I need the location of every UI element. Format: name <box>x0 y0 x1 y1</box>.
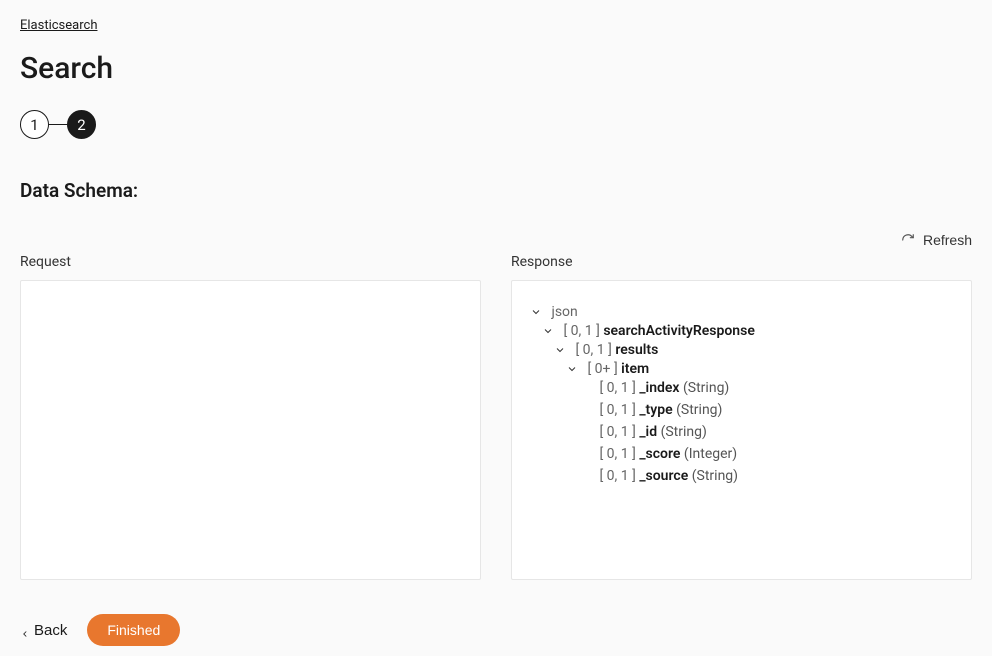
node-name: json <box>551 304 577 320</box>
node-cardinality: [ 0+ ] <box>587 361 617 377</box>
request-panel <box>20 280 481 580</box>
node-cardinality: [ 0, 1 ] <box>599 380 635 396</box>
chevron-down-icon[interactable] <box>530 306 542 318</box>
tree-node-source[interactable]: [ 0, 1 ] _source (String) <box>578 465 953 487</box>
node-cardinality: [ 0, 1 ] <box>599 446 635 462</box>
node-cardinality: [ 0, 1 ] <box>599 468 635 484</box>
node-cardinality: [ 0, 1 ] <box>575 342 611 358</box>
tree-node-item[interactable]: [ 0+ ] item [ 0, 1 ] <box>566 358 953 490</box>
chevron-down-icon[interactable] <box>566 363 578 375</box>
breadcrumb: Elasticsearch <box>20 18 972 33</box>
node-type: (String) <box>683 380 729 396</box>
refresh-button[interactable]: Refresh <box>901 232 972 248</box>
tree-node-type[interactable]: [ 0, 1 ] _type (String) <box>578 399 953 421</box>
response-label: Response <box>511 254 972 270</box>
breadcrumb-root-link[interactable]: Elasticsearch <box>20 18 97 33</box>
tree-node-score[interactable]: [ 0, 1 ] _score (Integer) <box>578 443 953 465</box>
node-cardinality: [ 0, 1 ] <box>599 402 635 418</box>
step-2[interactable]: 2 <box>67 110 96 139</box>
step-1[interactable]: 1 <box>20 110 49 139</box>
node-name: _score <box>639 446 680 462</box>
back-label: Back <box>34 622 67 639</box>
node-cardinality: [ 0, 1 ] <box>599 424 635 440</box>
tree-node-searchactivityresponse[interactable]: [ 0, 1 ] searchActivityResponse [ 0, 1 ]… <box>542 320 953 496</box>
chevron-down-icon[interactable] <box>554 344 566 356</box>
tree-node-json[interactable]: json [ 0, 1 ] searchActivityResponse <box>530 301 953 499</box>
node-type: (String) <box>676 402 722 418</box>
chevron-down-icon[interactable] <box>542 325 554 337</box>
page-title: Search <box>20 51 972 86</box>
node-name: _id <box>639 424 657 440</box>
finished-button[interactable]: Finished <box>87 614 180 646</box>
node-name: _index <box>639 380 679 396</box>
node-type: (String) <box>692 468 738 484</box>
node-type: (Integer) <box>684 446 737 462</box>
refresh-icon <box>901 233 915 247</box>
node-name: _type <box>639 402 672 418</box>
node-type: (String) <box>661 424 707 440</box>
tree-node-results[interactable]: [ 0, 1 ] results [ 0+ ] <box>554 339 953 493</box>
node-name: searchActivityResponse <box>603 323 755 339</box>
back-button[interactable]: Back <box>20 622 67 639</box>
chevron-left-icon <box>20 626 28 634</box>
node-cardinality: [ 0, 1 ] <box>563 323 599 339</box>
node-name: _source <box>639 468 688 484</box>
section-title: Data Schema: <box>20 179 972 202</box>
tree-node-index[interactable]: [ 0, 1 ] _index (String) <box>578 377 953 399</box>
node-name: item <box>621 361 649 377</box>
request-label: Request <box>20 254 481 270</box>
refresh-label: Refresh <box>923 232 972 248</box>
node-name: results <box>615 342 658 358</box>
step-connector <box>49 124 67 125</box>
response-panel: json [ 0, 1 ] searchActivityResponse <box>511 280 972 580</box>
schema-tree: json [ 0, 1 ] searchActivityResponse <box>530 301 953 499</box>
tree-node-id[interactable]: [ 0, 1 ] _id (String) <box>578 421 953 443</box>
stepper: 1 2 <box>20 110 972 139</box>
